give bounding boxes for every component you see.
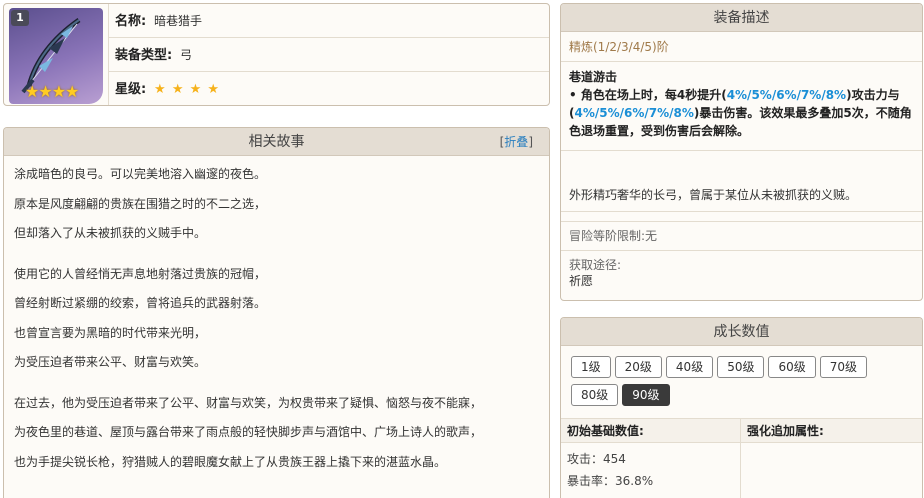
stat-atk-value: 454 [603,452,626,466]
stat-atk: 攻击：454 [561,448,740,470]
rank-value: 无 [645,229,658,243]
growth-header: 成长数值 [561,318,922,346]
item-name-value: 暗巷猎手 [154,14,203,28]
source-value: 祈愿 [569,274,594,288]
item-attribute-list: 名称: 暗巷猎手 装备类型: 弓 星级: ★ ★ ★ ★ [108,4,549,105]
refine-level-badge: 1 [11,10,29,26]
fold-bracket-close: ] [528,135,533,149]
skill-value-critdmg: 4%/5%/6%/7%/8% [574,106,694,120]
bonus-stats-column: 强化追加属性: [741,419,922,498]
base-stats-column: 初始基础数值: 攻击：454 暴击率：36.8% [561,419,741,498]
level-button-40[interactable]: 40级 [665,356,714,378]
passive-skill-block: 巷道游击 • 角色在场上时，每4秒提升(4%/5%/6%/7%/8%)攻击力与(… [561,61,922,150]
flavor-text: 外形精巧奢华的长弓，曾属于某位从未被抓获的义贼。 [569,188,858,202]
skill-name: 巷道游击 [569,70,618,84]
description-panel: 装备描述 精炼(1/2/3/4/5)阶 巷道游击 • 角色在场上时，每4秒提升(… [560,3,923,301]
item-name-label: 名称: [115,14,147,29]
story-line: 使用它的人曾经悄无声息地射落过贵族的冠帽， [14,266,267,281]
level-button-60[interactable]: 60级 [768,356,816,378]
story-line: 但却落入了从未被抓获的义贼手中。 [14,226,207,240]
level-button-20[interactable]: 20级 [614,356,662,378]
level-button-80[interactable]: 80级 [571,384,619,406]
item-rarity-row: 星级: ★ ★ ★ ★ [109,72,549,105]
item-rarity-stars-icon: ★★★★ [25,82,79,101]
level-selector: 1级 20级 40级 50级 60级 70级 80级 90级 [561,346,922,412]
story-line: 为夜色里的巷道、屋顶与露台带来了雨点般的轻快脚步声与酒馆中、广场上诗人的歌声， [14,425,483,439]
level-button-50[interactable]: 50级 [717,356,765,378]
story-header: 相关故事 [折叠] [4,128,549,156]
item-type-value: 弓 [180,48,193,62]
weapon-image: 1 ★★★★ [9,8,103,104]
story-line: 也为手提尖锐长枪，狩猎贼人的碧眼魔女献上了从贵族王器上撬下来的湛蓝水晶。 [14,454,447,469]
fold-toggle-label[interactable]: 折叠 [504,135,528,149]
base-stats-header: 初始基础数值: [561,419,740,443]
story-line: 也曾宣言要为黑暗的时代带来光明， [14,325,207,340]
level-button-90[interactable]: 90级 [622,384,670,406]
source-label: 获取途径: [569,258,622,272]
item-info-panel: 1 ★★★★ 名称: 暗巷猎手 装备类型: 弓 星级: ★ ★ ★ ★ [3,3,550,106]
description-title: 装备描述 [713,10,770,26]
stat-crit-value: 36.8% [615,474,654,488]
item-type-row: 装备类型: 弓 [109,38,549,72]
growth-title: 成长数值 [713,324,770,340]
refinement-label: 精炼(1/2/3/4/5)阶 [569,40,669,54]
rarity-stars-icon: ★ ★ ★ ★ [154,82,221,97]
item-type-label: 装备类型: [115,48,173,63]
story-line: 在过去，他为受压迫者带来了公平、财富与欢笑，为权贵带来了疑惧、恼怒与夜不能寐， [14,395,483,410]
item-rarity-label: 星级: [115,82,147,97]
rank-label: 冒险等阶限制: [569,229,646,243]
stats-table: 初始基础数值: 攻击：454 暴击率：36.8% 强化追加属性: [561,418,922,498]
level-button-1[interactable]: 1级 [571,356,611,378]
story-line: 原本是风度翩翩的贵族在围猎之时的不二之选， [14,196,267,211]
item-name-row: 名称: 暗巷猎手 [109,4,549,38]
story-line: 为受压迫者带来公平、财富与欢笑。 [14,355,207,369]
growth-panel: 成长数值 1级 20级 40级 50级 60级 70级 80级 90级 初始基础数值: 攻击：… [560,317,923,498]
description-header: 装备描述 [561,4,922,32]
skill-value-atk: 4%/5%/6%/7%/8% [726,88,847,102]
source-info: 获取途径: 祈愿 [561,250,922,295]
rank-requirement: 冒险等阶限制:无 [561,221,922,250]
story-body: 涂成暗色的良弓。可以完美地溶入幽邃的夜色。 原本是风度翩翩的贵族在围猎之时的不二… [4,156,549,489]
skill-text-part: • 角色在场上时，每4秒提升( [569,88,727,102]
stat-crit-label: 暴击率： [567,474,616,488]
stat-crit-rate: 暴击率：36.8% [561,470,740,492]
level-button-70[interactable]: 70级 [819,356,868,378]
story-panel: 相关故事 [折叠] 涂成暗色的良弓。可以完美地溶入幽邃的夜色。 原本是风度翩翩的… [3,127,550,498]
fold-toggle[interactable]: [折叠] [500,128,533,156]
stat-atk-label: 攻击： [567,452,604,466]
story-line: 曾经射断过紧绷的绞索，曾将追兵的武器射落。 [14,296,267,310]
story-title: 相关故事 [248,134,305,150]
story-line: 涂成暗色的良弓。可以完美地溶入幽邃的夜色。 [14,167,267,181]
skill-text: • 角色在场上时，每4秒提升(4%/5%/6%/7%/8%)攻击力与(4%/5%… [569,88,912,138]
bonus-stats-header: 强化追加属性: [741,419,922,443]
